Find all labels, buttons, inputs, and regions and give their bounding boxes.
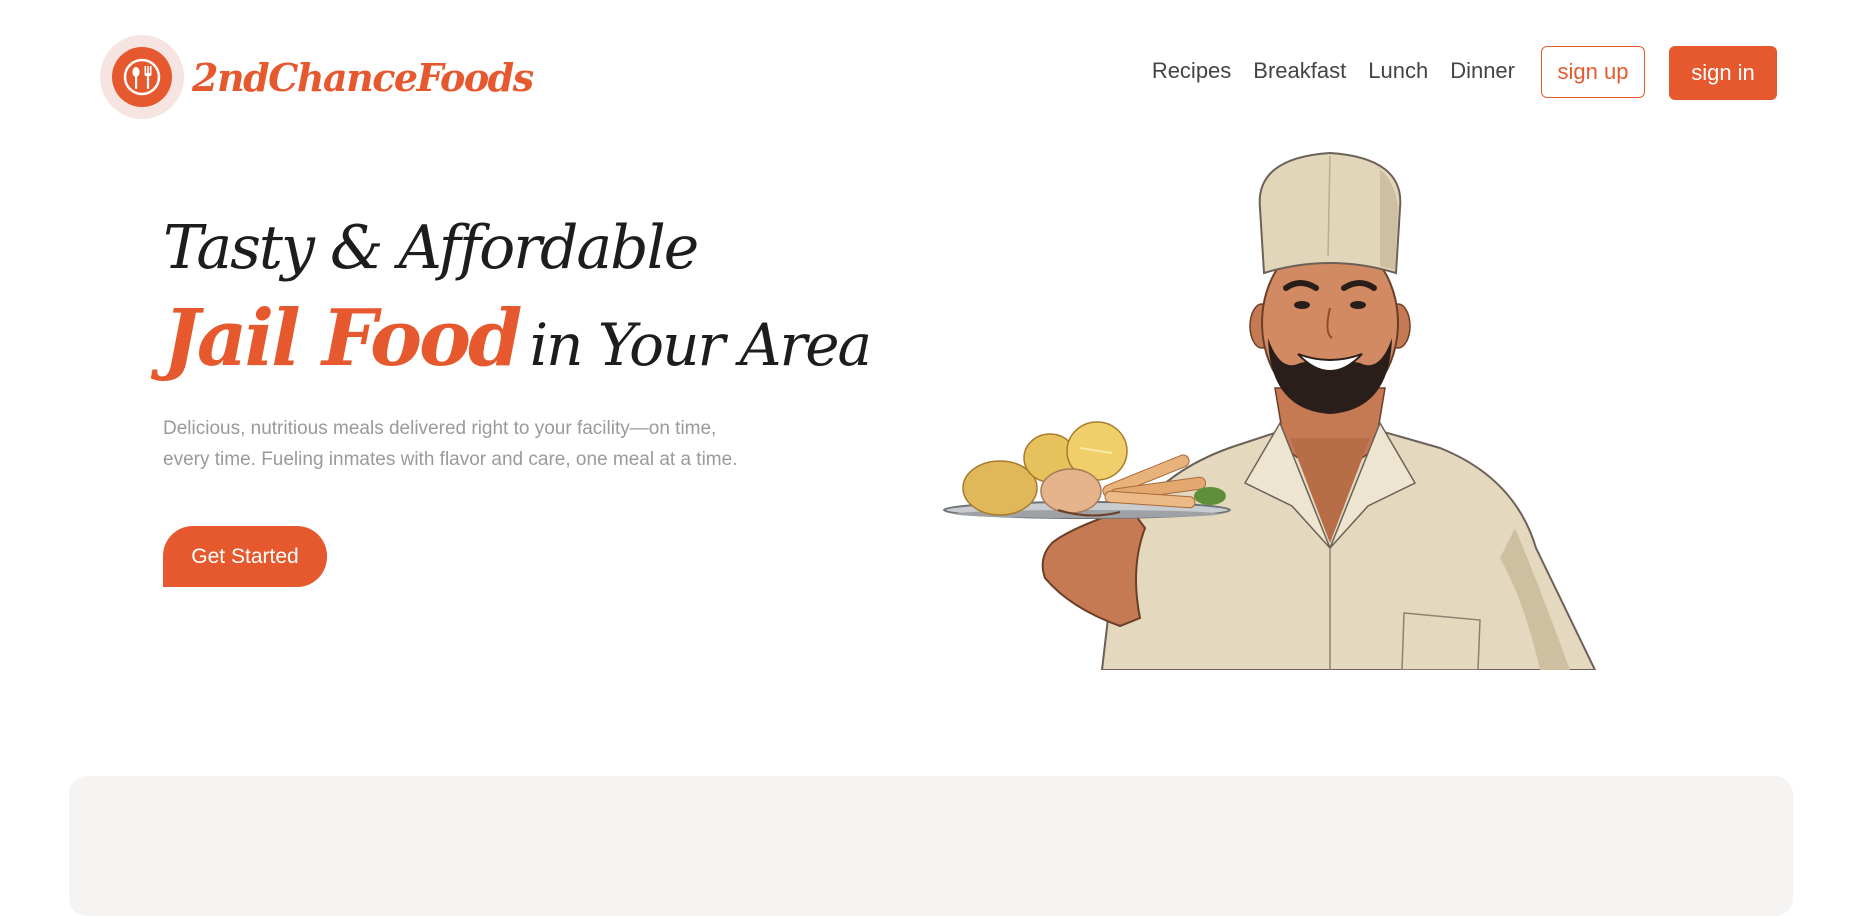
hero-title-rest: in Your Area [529, 311, 873, 379]
hero-title-line2: Jail Food in Your Area [163, 300, 873, 379]
get-started-button[interactable]: Get Started [163, 526, 327, 587]
nav-link-recipes[interactable]: Recipes [1152, 58, 1231, 84]
sign-up-button[interactable]: sign up [1541, 46, 1645, 98]
brand-name: 2ndChanceFoods [192, 54, 534, 100]
main-nav: Recipes Breakfast Lunch Dinner [1152, 58, 1515, 84]
hero-title-line1: Tasty & Affordable [163, 213, 699, 283]
hero-title-accent: Jail Food [163, 293, 523, 384]
logo[interactable]: 2ndChanceFoods [100, 35, 534, 119]
nav-link-breakfast[interactable]: Breakfast [1253, 58, 1346, 84]
hero-description: Delicious, nutritious meals delivered ri… [163, 418, 738, 470]
nav-link-lunch[interactable]: Lunch [1368, 58, 1428, 84]
nav-link-dinner[interactable]: Dinner [1450, 58, 1515, 84]
logo-badge [100, 35, 184, 119]
hero-title: Tasty & Affordable Jail Food in Your Area [163, 213, 873, 379]
content-panel [69, 776, 1793, 916]
chef-holding-food-tray-illustration [943, 151, 1597, 670]
spoon-fork-icon [112, 47, 172, 107]
sign-in-button[interactable]: sign in [1669, 46, 1777, 100]
site-header: 2ndChanceFoods Recipes Breakfast Lunch D… [0, 0, 1865, 150]
